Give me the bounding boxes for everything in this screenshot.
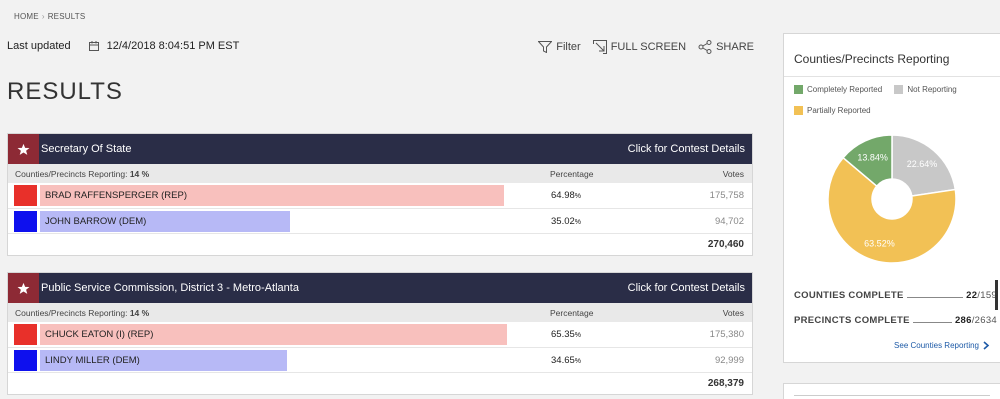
percentage-header: Percentage bbox=[550, 168, 594, 179]
counties-complete: COUNTIES COMPLETE 22/159 bbox=[794, 290, 997, 301]
candidate-name: CHUCK EATON (I) (REP) bbox=[45, 329, 154, 340]
reporting-status: Counties/Precincts Reporting: 14 % bbox=[15, 307, 150, 318]
candidate-votes: 175,380 bbox=[709, 329, 744, 340]
breadcrumb-separator: › bbox=[41, 12, 45, 21]
see-counties-reporting-link[interactable]: See Counties Reporting bbox=[894, 341, 990, 350]
page-title: RESULTS bbox=[7, 78, 123, 105]
fullscreen-button[interactable]: FULL SCREEN bbox=[592, 40, 687, 54]
legend-partially[interactable]: Partially Reported bbox=[794, 106, 871, 115]
breadcrumb-results: RESULTS bbox=[47, 12, 86, 21]
contest-title: Public Service Commission, District 3 - … bbox=[41, 282, 299, 294]
contest-header[interactable]: Public Service Commission, District 3 - … bbox=[8, 273, 752, 303]
breadcrumb-home[interactable]: HOME bbox=[14, 12, 39, 21]
party-swatch bbox=[14, 185, 37, 206]
legend-completely[interactable]: Completely Reported bbox=[794, 85, 882, 94]
reporting-panel: Counties/Precincts Reporting Completely … bbox=[783, 33, 1000, 363]
party-swatch bbox=[14, 324, 37, 345]
candidate-row: BRAD RAFFENSPERGER (REP) 64.98% 175,758 bbox=[8, 183, 752, 208]
candidate-votes: 175,758 bbox=[709, 190, 744, 201]
candidate-percentage: 65.35% bbox=[551, 329, 582, 340]
legend-not-reporting[interactable]: Not Reporting bbox=[894, 85, 957, 94]
calendar-icon bbox=[88, 41, 99, 51]
filter-label: Filter bbox=[556, 41, 581, 53]
total-votes-row: 268,379 bbox=[8, 372, 752, 394]
party-swatch bbox=[14, 210, 37, 232]
contest-subheader: Counties/Precincts Reporting: 14 % Perce… bbox=[8, 303, 752, 322]
percentage-header: Percentage bbox=[550, 307, 594, 318]
precincts-complete-count: 286 bbox=[954, 315, 972, 326]
votes-header: Votes bbox=[722, 168, 744, 179]
candidate-row: LINDY MILLER (DEM) 34.65% 92,999 bbox=[8, 347, 752, 372]
last-updated-timestamp: 12/4/2018 8:04:51 PM EST bbox=[106, 40, 240, 52]
contest-details-link[interactable]: Click for Contest Details bbox=[628, 282, 745, 294]
main-content: HOME › RESULTS Last updated 12/4/2018 8:04… bbox=[0, 0, 770, 399]
reporting-status: Counties/Precincts Reporting: 14 % bbox=[15, 168, 150, 179]
precincts-complete: PRECINCTS COMPLETE 286/2634 bbox=[794, 315, 997, 326]
candidate-row: JOHN BARROW (DEM) 35.02% 94,702 bbox=[8, 208, 752, 233]
fullscreen-label: FULL SCREEN bbox=[610, 41, 687, 53]
reporting-pie-chart: 22.64% 63.52% 13.84% bbox=[828, 135, 956, 263]
pie-slice-completely-label: 13.84% bbox=[857, 152, 888, 162]
scrollbar-thumb[interactable] bbox=[995, 280, 998, 310]
candidate-percentage: 35.02% bbox=[551, 215, 582, 227]
pie-slice-partially-label: 63.52% bbox=[864, 238, 895, 248]
candidate-percentage: 34.65% bbox=[551, 354, 582, 366]
legend-swatch bbox=[794, 85, 803, 94]
contest-title: Secretary Of State bbox=[41, 143, 132, 155]
contest-card: Secretary Of State Click for Contest Det… bbox=[7, 133, 753, 256]
candidate-row: CHUCK EATON (I) (REP) 65.35% 175,380 bbox=[8, 322, 752, 347]
precincts-total: /2634 bbox=[971, 315, 997, 326]
leader-line bbox=[906, 297, 964, 298]
last-updated: Last updated 12/4/2018 8:04:51 PM EST bbox=[7, 40, 239, 52]
secondary-panel bbox=[783, 383, 1000, 399]
pie-slice-not-reporting-label: 22.64% bbox=[907, 159, 938, 169]
contest-details-link[interactable]: Click for Contest Details bbox=[628, 143, 745, 155]
share-label: SHARE bbox=[716, 41, 754, 53]
expand-icon bbox=[592, 40, 607, 54]
filter-icon bbox=[538, 41, 553, 53]
total-votes: 270,460 bbox=[707, 239, 744, 250]
star-icon bbox=[8, 134, 39, 164]
precincts-complete-label: PRECINCTS COMPLETE bbox=[794, 315, 910, 326]
party-swatch bbox=[14, 349, 37, 371]
star-icon bbox=[8, 273, 39, 303]
candidate-name: JOHN BARROW (DEM) bbox=[45, 215, 147, 227]
breadcrumb: HOME › RESULTS bbox=[14, 12, 85, 21]
action-bar: Filter FULL SCREEN SHARE bbox=[526, 40, 754, 54]
contest-subheader: Counties/Precincts Reporting: 14 % Perce… bbox=[8, 164, 752, 183]
legend-swatch bbox=[894, 85, 904, 94]
share-icon bbox=[698, 40, 712, 54]
leader-line bbox=[912, 322, 952, 323]
candidate-percentage: 64.98% bbox=[551, 190, 582, 201]
total-votes: 268,379 bbox=[707, 378, 744, 389]
counties-complete-label: COUNTIES COMPLETE bbox=[794, 290, 904, 301]
candidate-votes: 92,999 bbox=[714, 354, 744, 366]
share-button[interactable]: SHARE bbox=[698, 40, 754, 54]
reporting-panel-title: Counties/Precincts Reporting bbox=[794, 52, 950, 66]
candidate-name: LINDY MILLER (DEM) bbox=[45, 354, 140, 366]
divider bbox=[794, 395, 990, 396]
votes-header: Votes bbox=[722, 307, 744, 318]
contest-card: Public Service Commission, District 3 - … bbox=[7, 272, 753, 395]
candidate-name: BRAD RAFFENSPERGER (REP) bbox=[45, 190, 187, 201]
last-updated-label: Last updated bbox=[7, 40, 71, 52]
divider bbox=[784, 76, 1000, 77]
contest-header[interactable]: Secretary Of State Click for Contest Det… bbox=[8, 134, 752, 164]
counties-complete-count: 22 bbox=[966, 290, 978, 301]
legend-swatch bbox=[794, 106, 803, 115]
chevron-right-icon bbox=[983, 341, 990, 350]
filter-button[interactable]: Filter bbox=[538, 41, 581, 53]
total-votes-row: 270,460 bbox=[8, 233, 752, 255]
candidate-votes: 94,702 bbox=[714, 215, 744, 227]
pie-legend: Completely Reported Not Reporting Partia… bbox=[794, 85, 994, 127]
